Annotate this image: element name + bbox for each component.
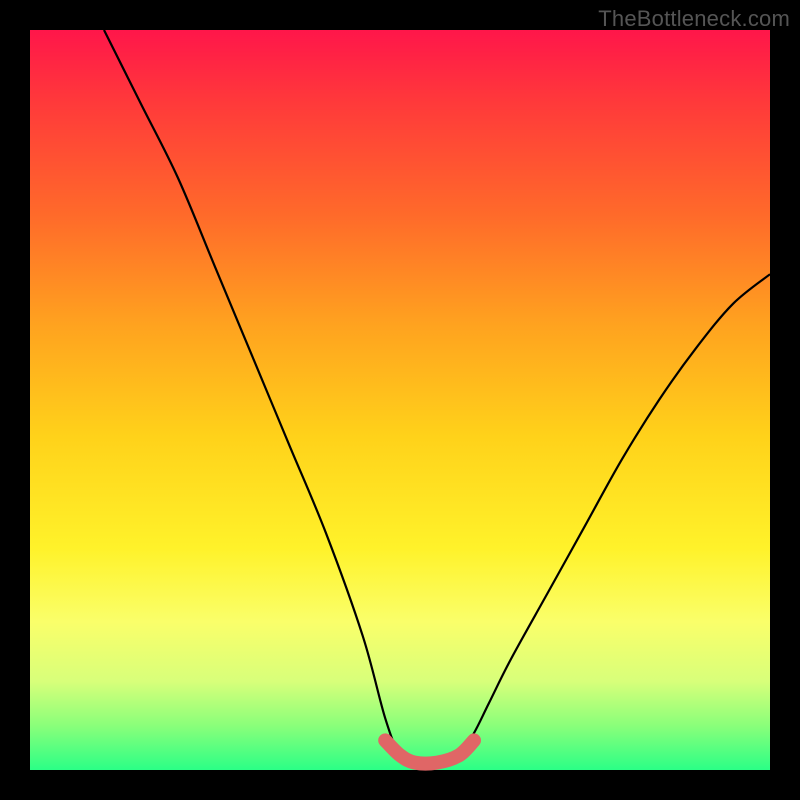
chart-frame: TheBottleneck.com [0, 0, 800, 800]
plot-area [30, 30, 770, 770]
bottleneck-curve [104, 30, 770, 764]
curve-svg [30, 30, 770, 770]
valley-highlight [385, 740, 474, 763]
attribution-text: TheBottleneck.com [598, 6, 790, 32]
